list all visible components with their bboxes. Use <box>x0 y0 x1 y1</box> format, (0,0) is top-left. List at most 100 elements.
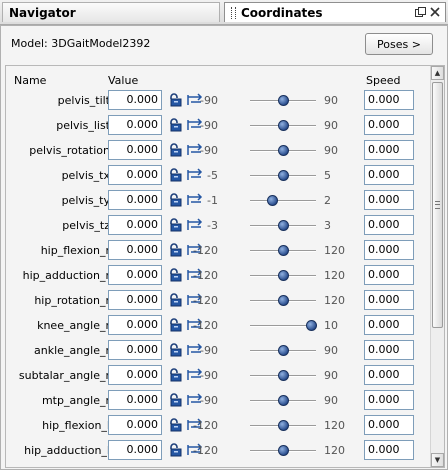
coordinate-value-field[interactable]: 0.000 <box>108 340 162 360</box>
coordinate-value-field[interactable]: 0.000 <box>108 390 162 410</box>
close-icon[interactable] <box>429 6 441 18</box>
range-min: -3 <box>207 219 218 232</box>
range-max: 120 <box>324 294 345 307</box>
restore-window-icon[interactable] <box>414 6 426 18</box>
speed-field[interactable]: 0.000 <box>364 315 414 335</box>
speed-field[interactable]: 0.000 <box>364 340 414 360</box>
lock-icon[interactable] <box>168 218 182 232</box>
lock-icon[interactable] <box>168 293 182 307</box>
speed-field[interactable]: 0.000 <box>364 240 414 260</box>
coordinate-slider-thumb[interactable] <box>278 245 289 256</box>
speed-field[interactable]: 0.000 <box>364 165 414 185</box>
coordinate-value-field[interactable]: 0.000 <box>108 140 162 160</box>
clamp-icon[interactable] <box>186 193 204 207</box>
coordinate-value-field[interactable]: 0.000 <box>108 290 162 310</box>
poses-button[interactable]: Poses > <box>365 33 433 55</box>
lock-icon[interactable] <box>168 118 182 132</box>
range-min: -90 <box>200 344 218 357</box>
speed-field[interactable]: 0.000 <box>364 190 414 210</box>
range-min: -90 <box>200 144 218 157</box>
coordinate-name: hip_adduction_l <box>24 444 110 457</box>
coordinate-value-field[interactable]: 0.000 <box>108 165 162 185</box>
speed-field[interactable]: 0.000 <box>364 215 414 235</box>
range-max: 10 <box>324 319 338 332</box>
coordinate-name: hip_flexion_r <box>40 244 110 257</box>
coordinate-name: pelvis_tx <box>61 169 110 182</box>
coordinate-value-field[interactable]: 0.000 <box>108 415 162 435</box>
speed-field[interactable]: 0.000 <box>364 415 414 435</box>
lock-icon[interactable] <box>168 443 182 457</box>
tab-navigator[interactable]: Navigator <box>2 2 220 22</box>
coordinate-value-field[interactable]: 0.000 <box>108 240 162 260</box>
lock-icon[interactable] <box>168 393 182 407</box>
coordinate-slider-thumb[interactable] <box>278 95 289 106</box>
coordinate-row: hip_adduction_r 0.000 -120 120 0.000 <box>6 263 430 288</box>
tab-coordinates-label: Coordinates <box>241 5 323 20</box>
coordinate-value-field[interactable]: 0.000 <box>108 265 162 285</box>
coordinate-slider-thumb[interactable] <box>278 445 289 456</box>
speed-field[interactable]: 0.000 <box>364 90 414 110</box>
coordinate-slider-thumb[interactable] <box>278 295 289 306</box>
speed-field[interactable]: 0.000 <box>364 140 414 160</box>
lock-icon[interactable] <box>168 418 182 432</box>
coordinate-value-field[interactable]: 0.000 <box>108 315 162 335</box>
coordinate-slider-thumb[interactable] <box>278 220 289 231</box>
range-max: 120 <box>324 269 345 282</box>
coordinate-value-field[interactable]: 0.000 <box>108 440 162 460</box>
coordinate-row: ankle_angle_r 0.000 -90 90 0.000 <box>6 338 430 363</box>
drag-grip-icon[interactable] <box>231 6 236 19</box>
scroll-up-arrow-icon[interactable]: ▲ <box>431 66 444 80</box>
lock-icon[interactable] <box>168 143 182 157</box>
coordinate-slider-thumb[interactable] <box>278 420 289 431</box>
lock-icon[interactable] <box>168 243 182 257</box>
coordinate-slider-track[interactable] <box>250 200 316 202</box>
coordinate-row: pelvis_tz 0.000 -3 3 0.000 <box>6 213 430 238</box>
coordinate-slider-thumb[interactable] <box>278 395 289 406</box>
range-min: -120 <box>193 419 218 432</box>
speed-field[interactable]: 0.000 <box>364 440 414 460</box>
coordinates-list-pane: Name Value Speed pelvis_tilt 0.000 -90 90 0.… <box>5 65 445 468</box>
coordinate-value-field[interactable]: 0.000 <box>108 90 162 110</box>
speed-field[interactable]: 0.000 <box>364 365 414 385</box>
speed-field[interactable]: 0.000 <box>364 265 414 285</box>
model-label: Model: <box>11 37 48 50</box>
speed-field[interactable]: 0.000 <box>364 290 414 310</box>
lock-icon[interactable] <box>168 193 182 207</box>
tab-coordinates[interactable]: Coordinates <box>224 2 446 22</box>
clamp-icon[interactable] <box>186 168 204 182</box>
speed-field[interactable]: 0.000 <box>364 115 414 135</box>
coordinate-value-field[interactable]: 0.000 <box>108 365 162 385</box>
lock-icon[interactable] <box>168 318 182 332</box>
coordinate-name: pelvis_tz <box>62 219 110 232</box>
header-name: Name <box>14 74 47 87</box>
coordinate-slider-thumb[interactable] <box>266 195 278 206</box>
lock-icon[interactable] <box>168 268 182 282</box>
lock-icon[interactable] <box>168 368 182 382</box>
speed-field[interactable]: 0.000 <box>364 390 414 410</box>
range-max: 90 <box>324 119 338 132</box>
coordinate-slider-thumb[interactable] <box>278 345 289 356</box>
coordinate-value-field[interactable]: 0.000 <box>108 115 162 135</box>
model-name: 3DGaitModel2392 <box>51 37 151 50</box>
coordinates-panel: Model: 3DGaitModel2392 Poses > Name Valu… <box>0 25 448 470</box>
range-min: -90 <box>200 394 218 407</box>
coordinate-slider-thumb[interactable] <box>305 320 317 331</box>
lock-icon[interactable] <box>168 93 182 107</box>
range-min: -5 <box>207 169 218 182</box>
coordinate-slider-thumb[interactable] <box>278 370 289 381</box>
coordinate-row: pelvis_rotation 0.000 -90 90 0.000 <box>6 138 430 163</box>
clamp-icon[interactable] <box>186 218 204 232</box>
lock-icon[interactable] <box>168 343 182 357</box>
coordinate-slider-thumb[interactable] <box>278 145 289 156</box>
coordinate-slider-thumb[interactable] <box>278 170 289 181</box>
scroll-down-arrow-icon[interactable]: ▼ <box>431 453 444 467</box>
coordinate-slider-thumb[interactable] <box>278 270 289 281</box>
coordinate-value-field[interactable]: 0.000 <box>108 190 162 210</box>
coordinate-name: pelvis_ty <box>61 194 110 207</box>
lock-icon[interactable] <box>168 168 182 182</box>
vertical-scrollbar[interactable]: ▲ ▼ <box>430 66 444 467</box>
coordinate-value-field[interactable]: 0.000 <box>108 215 162 235</box>
range-min: -90 <box>200 94 218 107</box>
scrollbar-thumb[interactable] <box>432 82 443 328</box>
coordinate-slider-thumb[interactable] <box>278 120 289 131</box>
